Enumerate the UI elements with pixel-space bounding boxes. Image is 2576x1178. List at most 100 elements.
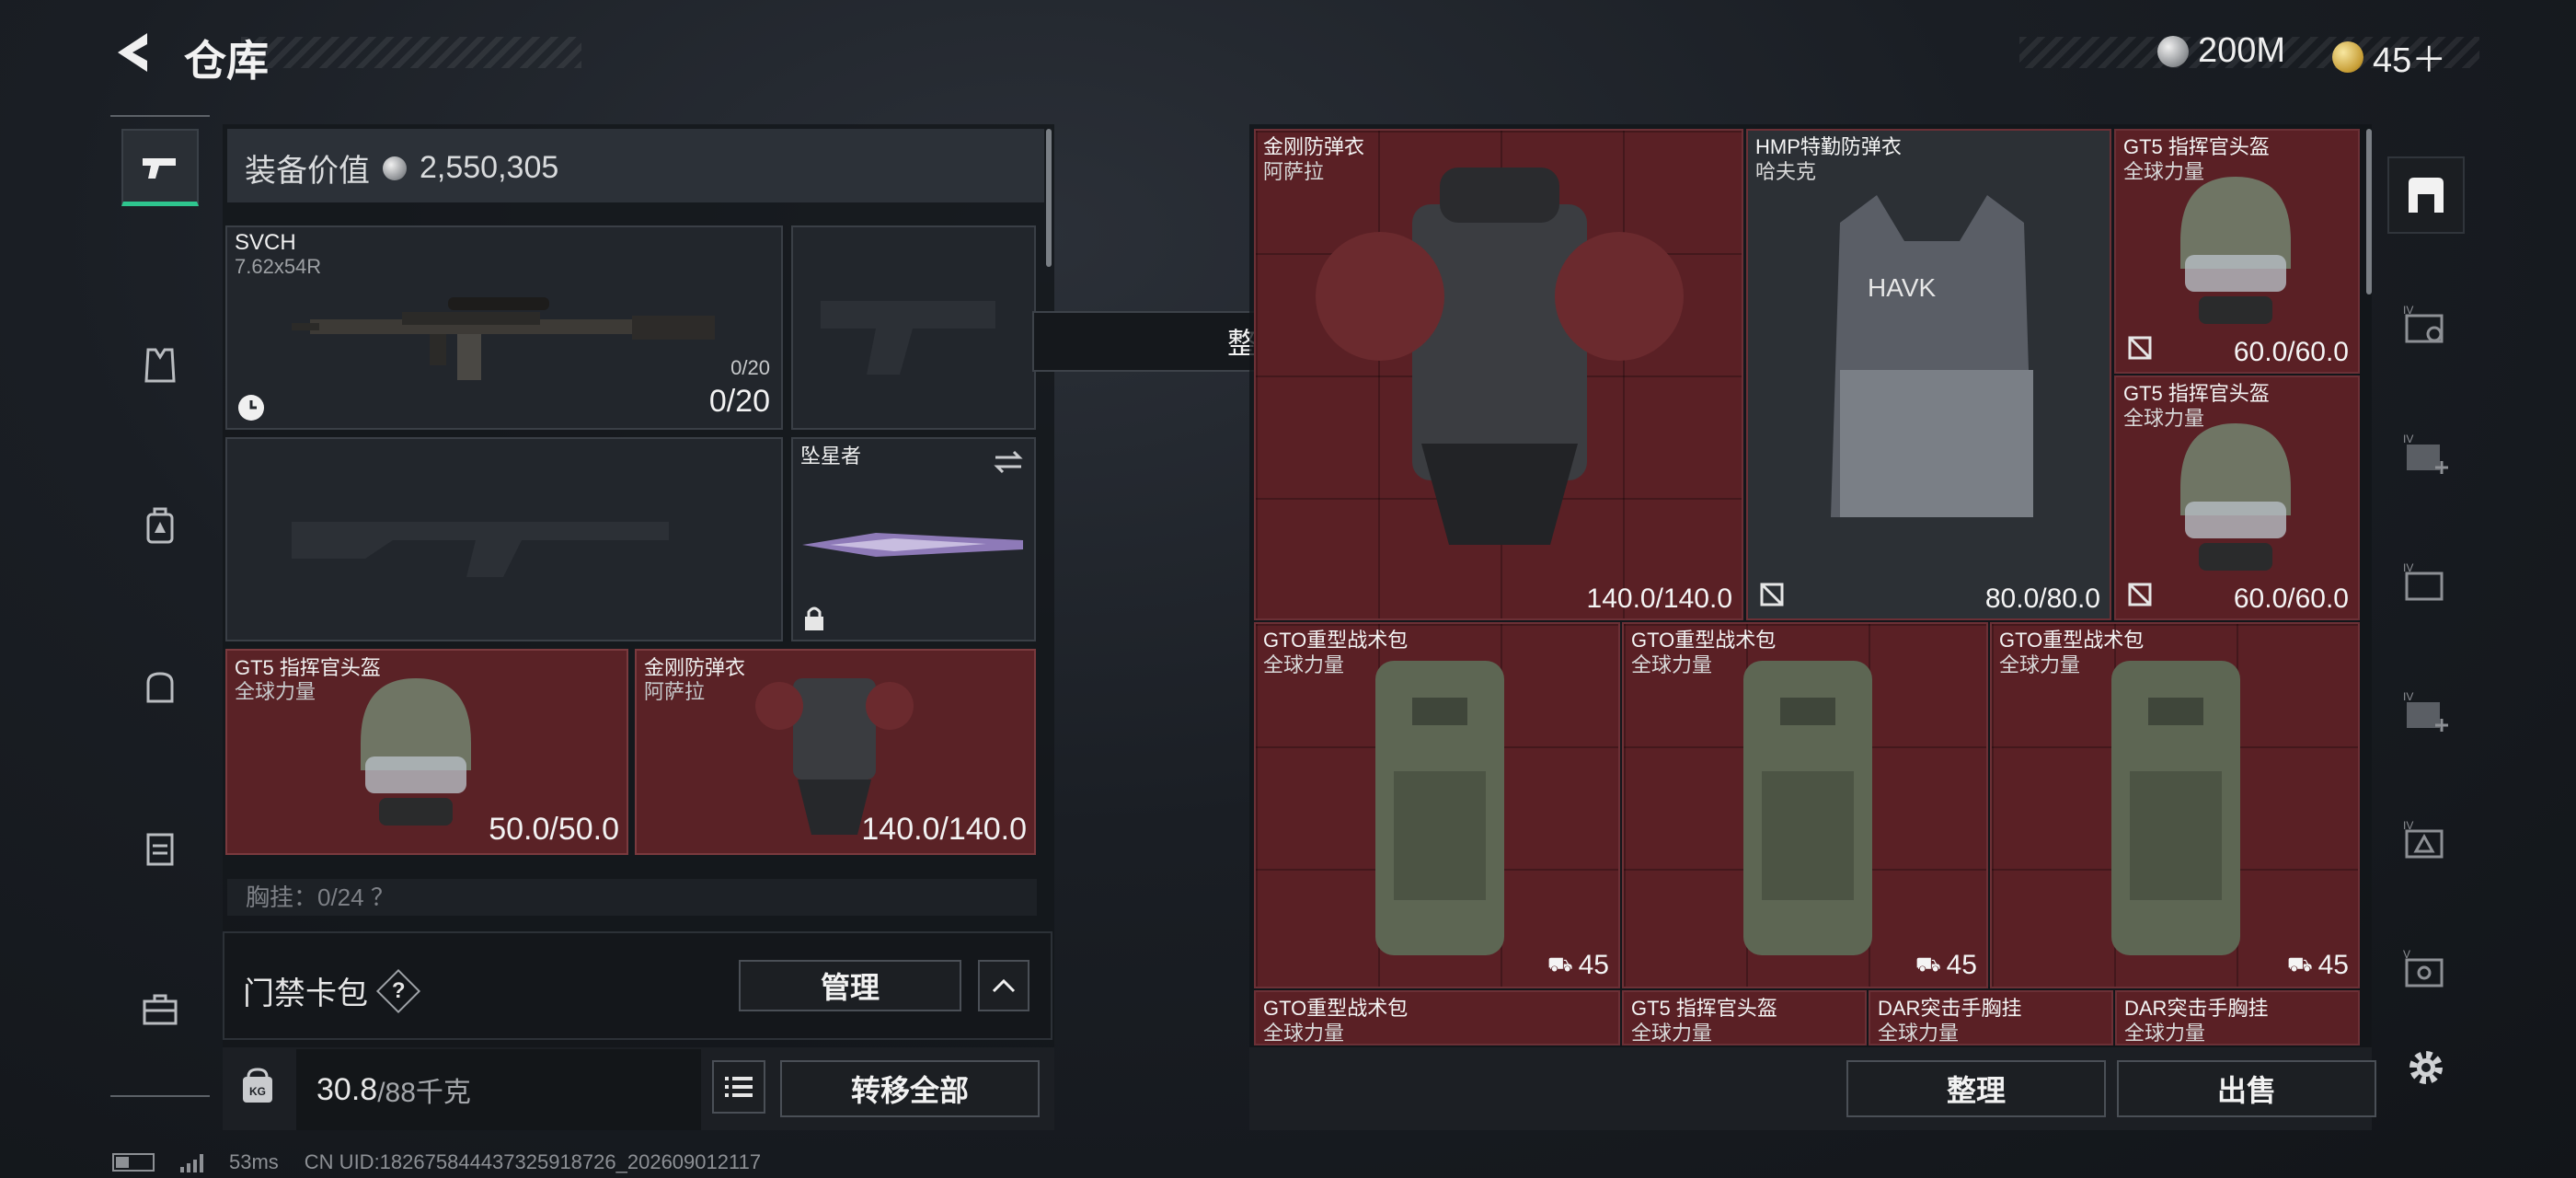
weight-icon: ⛟ bbox=[1915, 952, 1941, 976]
inventory-item[interactable]: 金刚防弹衣 阿萨拉 140.0/140.0 bbox=[1254, 129, 1743, 620]
rifle-placeholder-icon bbox=[292, 522, 669, 577]
nav-weapons[interactable] bbox=[121, 129, 199, 206]
nav-armor[interactable] bbox=[121, 327, 199, 404]
weight-icon: ⛟ bbox=[2286, 952, 2313, 976]
chest-rig-row[interactable]: 胸挂：0/24 ？ bbox=[227, 879, 1037, 916]
list-icon bbox=[725, 1077, 753, 1097]
folder-add-icon: IV bbox=[2403, 690, 2448, 732]
folder-search-icon: IV bbox=[2403, 304, 2444, 343]
weight-current: 30.8 bbox=[316, 1071, 378, 1107]
status-bar: 53ms CN UID:1826758444373259187​26_20260… bbox=[112, 1150, 761, 1174]
pistol-slot[interactable] bbox=[791, 225, 1036, 430]
inventory-item[interactable]: GT5 指挥官头盔 全球力量 60.0/60.0 bbox=[2114, 129, 2360, 374]
melee-name: 坠星者 bbox=[800, 445, 862, 468]
gear-icon bbox=[2409, 1051, 2443, 1084]
ammo-small: 0/20 bbox=[730, 356, 770, 379]
gold-amount: 45＋ bbox=[2373, 41, 2447, 80]
inventory-item[interactable]: GTO重型战术包 全球力量 ⛟ 45 bbox=[1990, 622, 2360, 988]
keycard-section: 门禁卡包 ? bbox=[243, 968, 421, 1013]
settings-button[interactable] bbox=[2387, 1029, 2465, 1106]
page-title: 仓库 bbox=[184, 37, 269, 85]
tab-all[interactable] bbox=[2387, 156, 2465, 234]
signal-icon bbox=[180, 1152, 203, 1172]
svg-text:IV: IV bbox=[2403, 433, 2413, 445]
tab-storage-4[interactable]: IV bbox=[2387, 285, 2465, 363]
no-repair-icon bbox=[2128, 583, 2152, 606]
inventory-item[interactable]: GTO重型战术包 全球力量 ⛟ 45 bbox=[1622, 622, 1988, 988]
tab-storage-add[interactable]: IV bbox=[2387, 414, 2465, 491]
tab-storage-add-2[interactable]: IV bbox=[2387, 672, 2465, 749]
collapse-button[interactable] bbox=[978, 960, 1029, 1011]
inventory-item[interactable]: GTO重型战术包 全球力量 ⛟ 45 bbox=[1254, 622, 1620, 988]
inventory-item[interactable]: GTO重型战术包 全球力量 bbox=[1254, 990, 1620, 1045]
svg-text:KG: KG bbox=[249, 1085, 266, 1098]
back-arrow-icon[interactable] bbox=[109, 28, 158, 77]
nav-backpack[interactable] bbox=[121, 488, 199, 565]
inventory-item[interactable]: GT5 指挥官头盔 全球力量 60.0/60.0 bbox=[2114, 375, 2360, 620]
backpack-icon bbox=[146, 507, 174, 544]
silver-currency[interactable]: 200M bbox=[2157, 31, 2285, 71]
pistol-icon bbox=[143, 157, 176, 179]
backpack-image bbox=[1375, 661, 1504, 955]
equipment-value-amount: 2,550,305 bbox=[420, 150, 559, 185]
folder-gear-icon: V bbox=[2403, 948, 2444, 987]
help-icon[interactable]: ? bbox=[375, 968, 421, 1013]
armor-name: 金刚防弹衣 bbox=[644, 656, 746, 679]
title-decoration bbox=[241, 37, 581, 68]
uid: CN UID:1826758444373259187​26_2026090121… bbox=[304, 1150, 762, 1173]
primary-weapon-slot[interactable]: SVCH 7.62x54R 0/20 0/20 bbox=[225, 225, 783, 430]
silver-coin-icon bbox=[2157, 35, 2189, 67]
weapon-name: SVCH bbox=[235, 230, 296, 255]
no-repair-icon bbox=[1760, 583, 1784, 606]
tab-storage-warning[interactable]: IV bbox=[2387, 801, 2465, 878]
gold-coin-icon bbox=[2332, 40, 2363, 73]
tab-storage-folder[interactable]: IV bbox=[2387, 543, 2465, 620]
secondary-weapon-slot[interactable] bbox=[225, 437, 783, 641]
manage-button[interactable]: 管理 bbox=[739, 960, 961, 1011]
helmet-brand: 全球力量 bbox=[235, 680, 316, 703]
clipboard-icon bbox=[146, 833, 174, 866]
backpack-image bbox=[1743, 661, 1872, 955]
helmet-image bbox=[361, 678, 471, 826]
helmet-slot[interactable]: GT5 指挥官头盔 全球力量 50.0/50.0 bbox=[225, 649, 628, 855]
inventory-item[interactable]: DAR突击手胸挂 全球力量 bbox=[2115, 990, 2360, 1045]
tab-storage-5[interactable]: V bbox=[2387, 930, 2465, 1007]
weight-readout: 30.8 /88千克 bbox=[296, 1049, 701, 1130]
helmet-durability: 50.0/50.0 bbox=[489, 812, 619, 847]
ping: 53ms bbox=[229, 1150, 279, 1173]
nav-bag[interactable] bbox=[121, 649, 199, 726]
equipment-value-label: 装备价值 bbox=[245, 154, 370, 189]
gold-currency[interactable]: 45＋ bbox=[2332, 31, 2446, 82]
briefcase-icon bbox=[143, 994, 178, 1025]
transfer-all-button[interactable]: 转移全部 bbox=[780, 1060, 1040, 1117]
weight-max: /88千克 bbox=[377, 1078, 471, 1108]
helmet-image bbox=[2180, 177, 2291, 324]
nav-clipboard[interactable] bbox=[121, 810, 199, 887]
inventory-item[interactable]: HMP特勤防弹衣 哈夫克 HAVK 80.0/80.0 bbox=[1746, 129, 2111, 620]
folder-warning-icon: IV bbox=[2403, 819, 2444, 859]
nav-case[interactable] bbox=[121, 971, 199, 1048]
clock-icon bbox=[238, 395, 264, 421]
svg-text:HAVK: HAVK bbox=[1868, 273, 1936, 302]
inventory-item[interactable]: GT5 指挥官头盔 全球力量 bbox=[1622, 990, 1867, 1045]
equipment-scrollbar[interactable] bbox=[1046, 129, 1052, 267]
inventory-scrollbar[interactable] bbox=[2366, 129, 2372, 294]
melee-slot[interactable]: 坠星者 bbox=[791, 437, 1036, 641]
nav-top-divider bbox=[110, 115, 210, 117]
silver-amount: 200M bbox=[2198, 31, 2286, 70]
lock-icon bbox=[805, 606, 823, 630]
armor-slot[interactable]: 金刚防弹衣 阿萨拉 140.0/140.0 bbox=[635, 649, 1036, 855]
silver-coin-icon bbox=[383, 156, 407, 180]
weight-icon: ⛟ bbox=[1547, 952, 1573, 976]
folder-icon: IV bbox=[2403, 561, 2444, 601]
inventory-item[interactable]: DAR突击手胸挂 全球力量 bbox=[1869, 990, 2113, 1045]
svg-text:IV: IV bbox=[2403, 690, 2413, 703]
swap-icon[interactable] bbox=[992, 448, 1025, 476]
sell-button[interactable]: 出售 bbox=[2117, 1060, 2376, 1117]
ammo-count: 0/20 bbox=[708, 384, 770, 419]
list-view-button[interactable] bbox=[712, 1060, 765, 1114]
sort-button[interactable]: 整理 bbox=[1846, 1060, 2106, 1117]
bag-icon bbox=[146, 672, 174, 703]
armor-vest-icon bbox=[144, 348, 176, 383]
battery-icon bbox=[112, 1153, 155, 1172]
